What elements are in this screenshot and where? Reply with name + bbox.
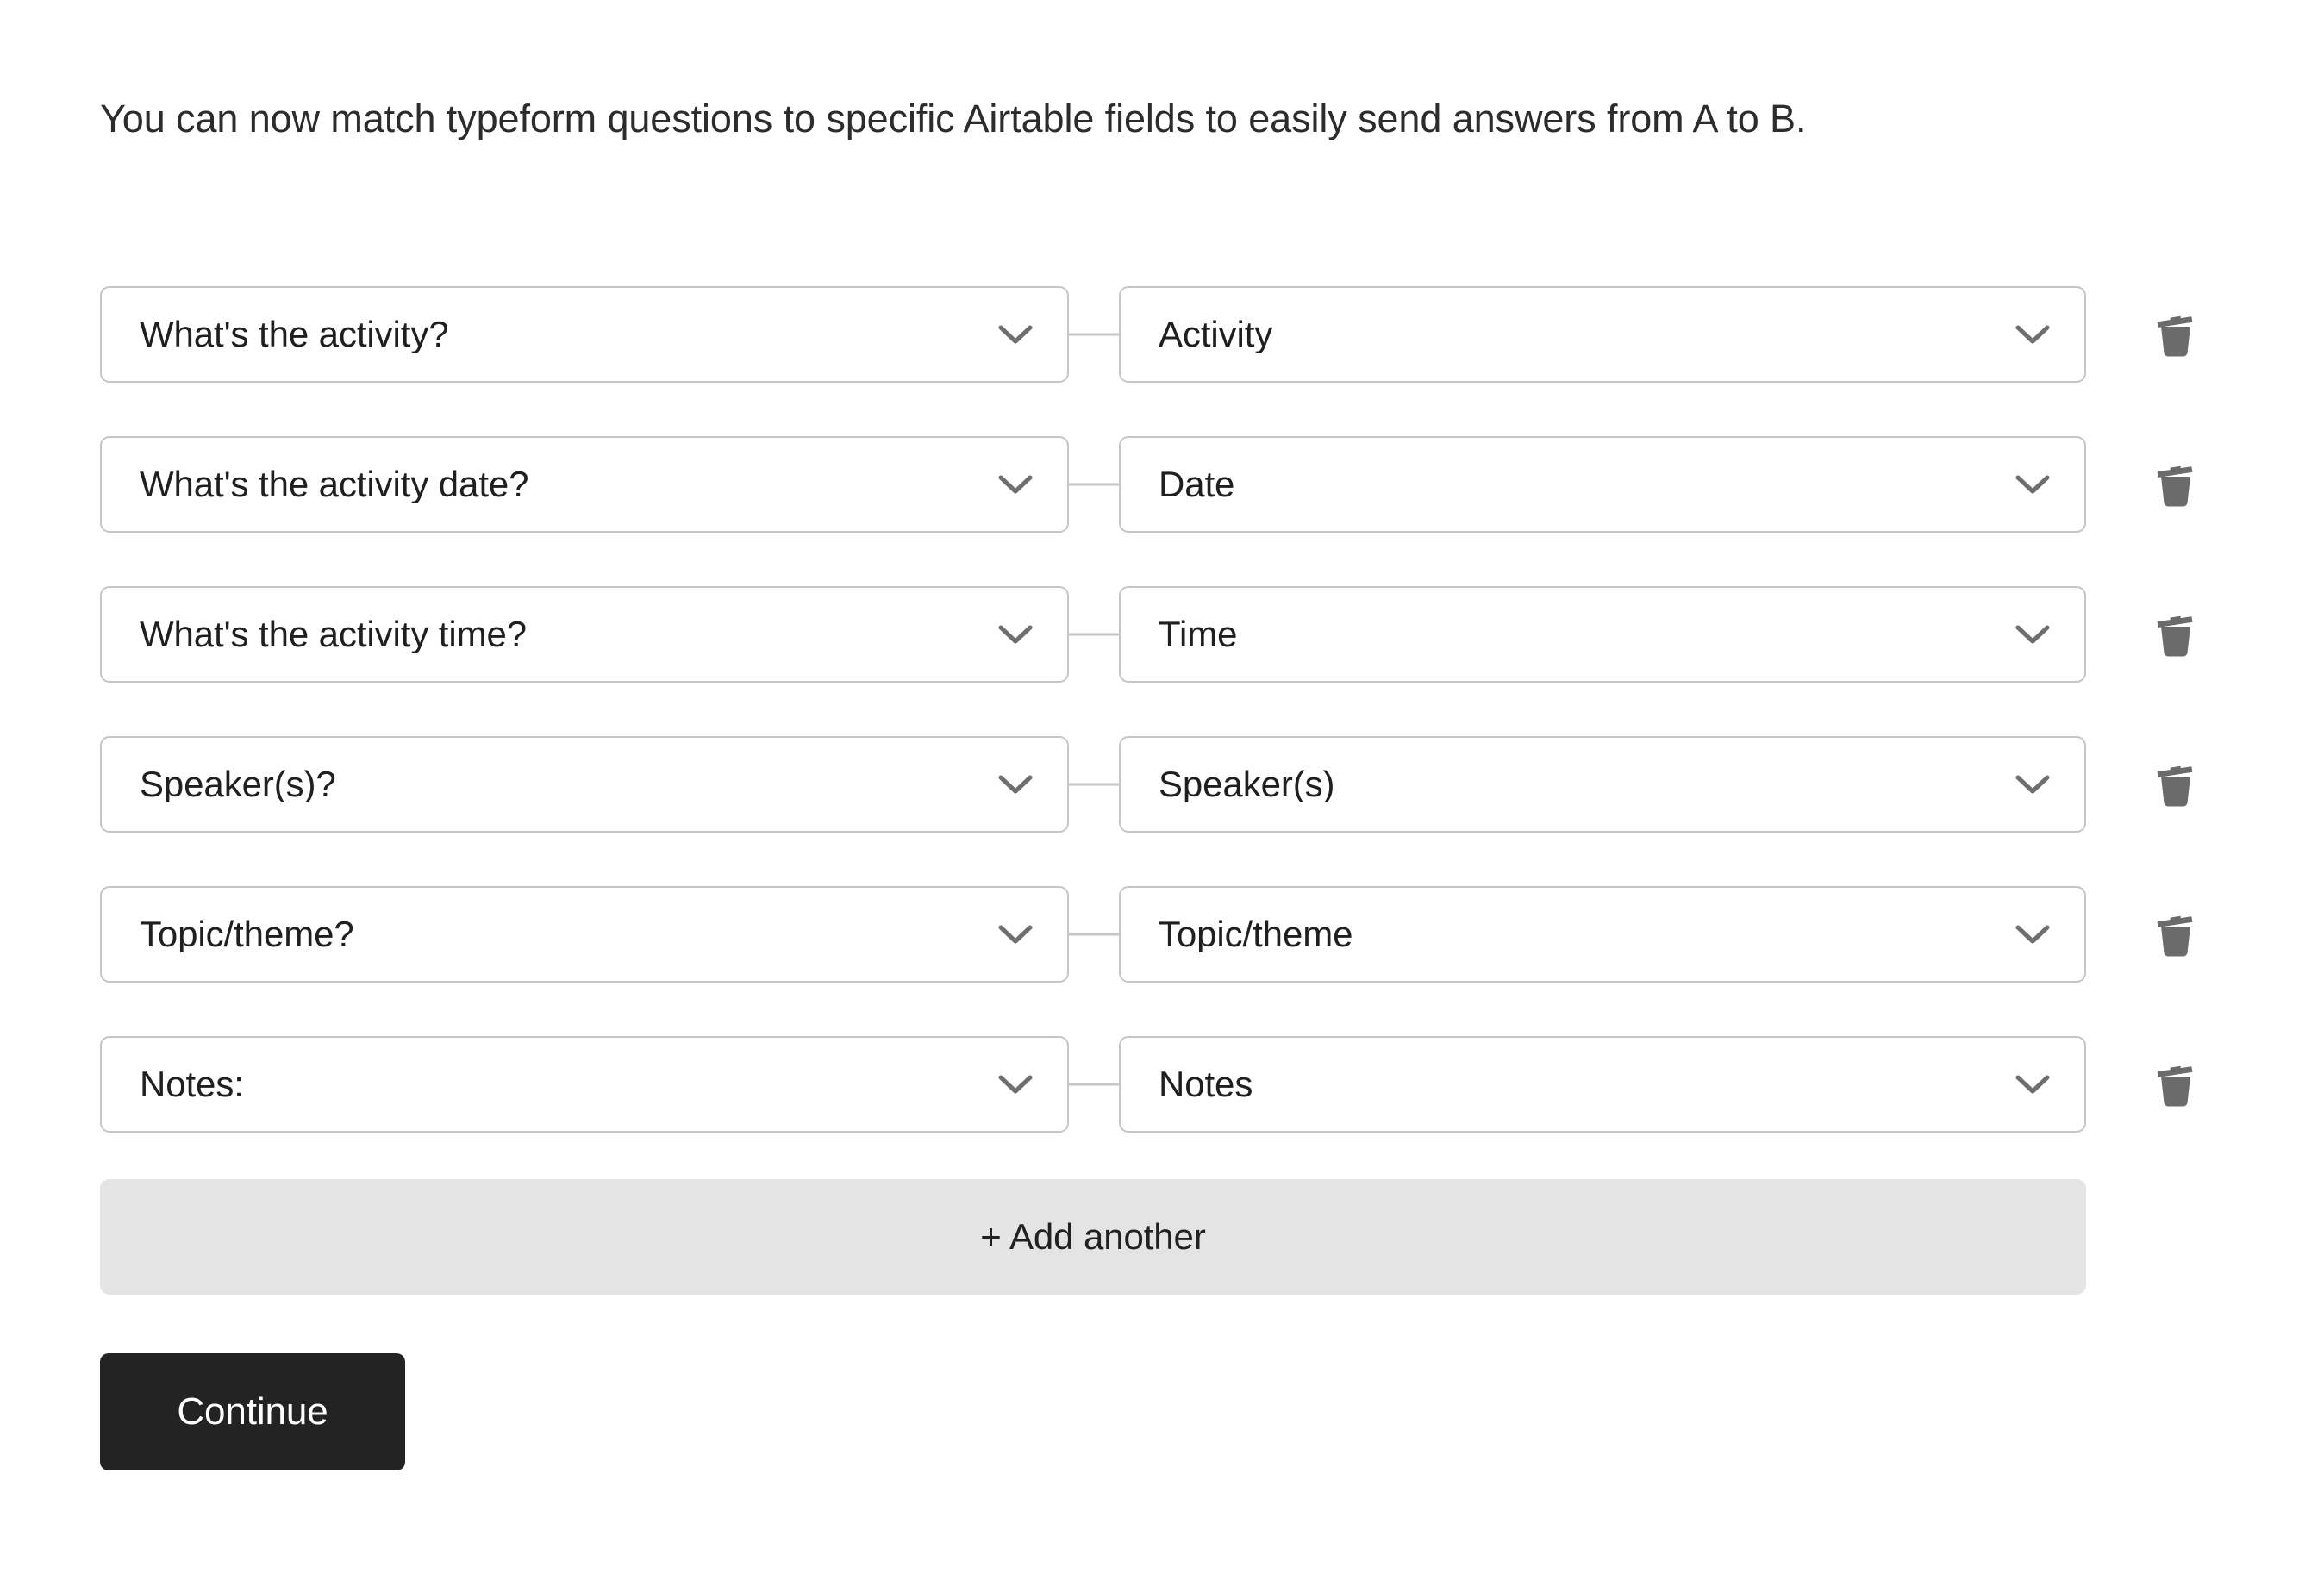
chevron-down-icon (996, 465, 1034, 503)
delete-mapping-button[interactable] (2145, 453, 2207, 515)
chevron-down-icon (2014, 765, 2052, 803)
airtable-field-value: Activity (1121, 316, 1272, 353)
row-connector (1069, 436, 1119, 533)
chevron-down-icon (996, 615, 1034, 653)
mapping-rows: What's the activity? Activity (100, 286, 2203, 1186)
chevron-down-icon (2014, 315, 2052, 353)
airtable-field-select[interactable]: Notes (1119, 1036, 2086, 1133)
typeform-question-select[interactable]: What's the activity time? (100, 586, 1069, 683)
typeform-question-value: What's the activity date? (102, 466, 528, 503)
page-description: You can now match typeform questions to … (100, 96, 2108, 143)
typeform-question-value: Notes: (102, 1066, 244, 1102)
delete-mapping-button[interactable] (2145, 903, 2207, 965)
delete-mapping-button[interactable] (2145, 753, 2207, 815)
chevron-down-icon (2014, 1065, 2052, 1103)
chevron-down-icon (996, 315, 1034, 353)
delete-mapping-button[interactable] (2145, 603, 2207, 665)
mapping-row: Speaker(s)? Speaker(s) (100, 736, 2203, 833)
chevron-down-icon (2014, 615, 2052, 653)
typeform-question-select[interactable]: What's the activity? (100, 286, 1069, 383)
row-connector (1069, 1036, 1119, 1133)
mapping-row: What's the activity? Activity (100, 286, 2203, 383)
row-connector (1069, 736, 1119, 833)
typeform-question-value: What's the activity? (102, 316, 449, 353)
airtable-field-select[interactable]: Time (1119, 586, 2086, 683)
row-connector (1069, 886, 1119, 983)
airtable-field-value: Time (1121, 616, 1237, 653)
delete-mapping-button[interactable] (2145, 1053, 2207, 1115)
typeform-question-select[interactable]: Notes: (100, 1036, 1069, 1133)
airtable-field-value: Date (1121, 466, 1234, 503)
typeform-question-value: Speaker(s)? (102, 766, 336, 802)
continue-button[interactable]: Continue (100, 1353, 405, 1470)
airtable-field-select[interactable]: Date (1119, 436, 2086, 533)
chevron-down-icon (2014, 465, 2052, 503)
row-connector (1069, 586, 1119, 683)
field-mapping-page: You can now match typeform questions to … (0, 0, 2324, 1586)
delete-mapping-button[interactable] (2145, 303, 2207, 365)
chevron-down-icon (996, 915, 1034, 953)
mapping-row: What's the activity time? Time (100, 586, 2203, 683)
airtable-field-select[interactable]: Topic/theme (1119, 886, 2086, 983)
airtable-field-value: Notes (1121, 1066, 1253, 1102)
typeform-question-value: Topic/theme? (102, 916, 354, 952)
add-another-button[interactable]: + Add another (100, 1179, 2086, 1295)
mapping-row: Notes: Notes (100, 1036, 2203, 1133)
mapping-row: What's the activity date? Date (100, 436, 2203, 533)
typeform-question-select[interactable]: What's the activity date? (100, 436, 1069, 533)
chevron-down-icon (996, 765, 1034, 803)
typeform-question-value: What's the activity time? (102, 616, 527, 653)
typeform-question-select[interactable]: Speaker(s)? (100, 736, 1069, 833)
airtable-field-value: Speaker(s) (1121, 766, 1334, 802)
airtable-field-select[interactable]: Activity (1119, 286, 2086, 383)
typeform-question-select[interactable]: Topic/theme? (100, 886, 1069, 983)
row-connector (1069, 286, 1119, 383)
airtable-field-value: Topic/theme (1121, 916, 1353, 952)
mapping-row: Topic/theme? Topic/theme (100, 886, 2203, 983)
chevron-down-icon (2014, 915, 2052, 953)
airtable-field-select[interactable]: Speaker(s) (1119, 736, 2086, 833)
chevron-down-icon (996, 1065, 1034, 1103)
